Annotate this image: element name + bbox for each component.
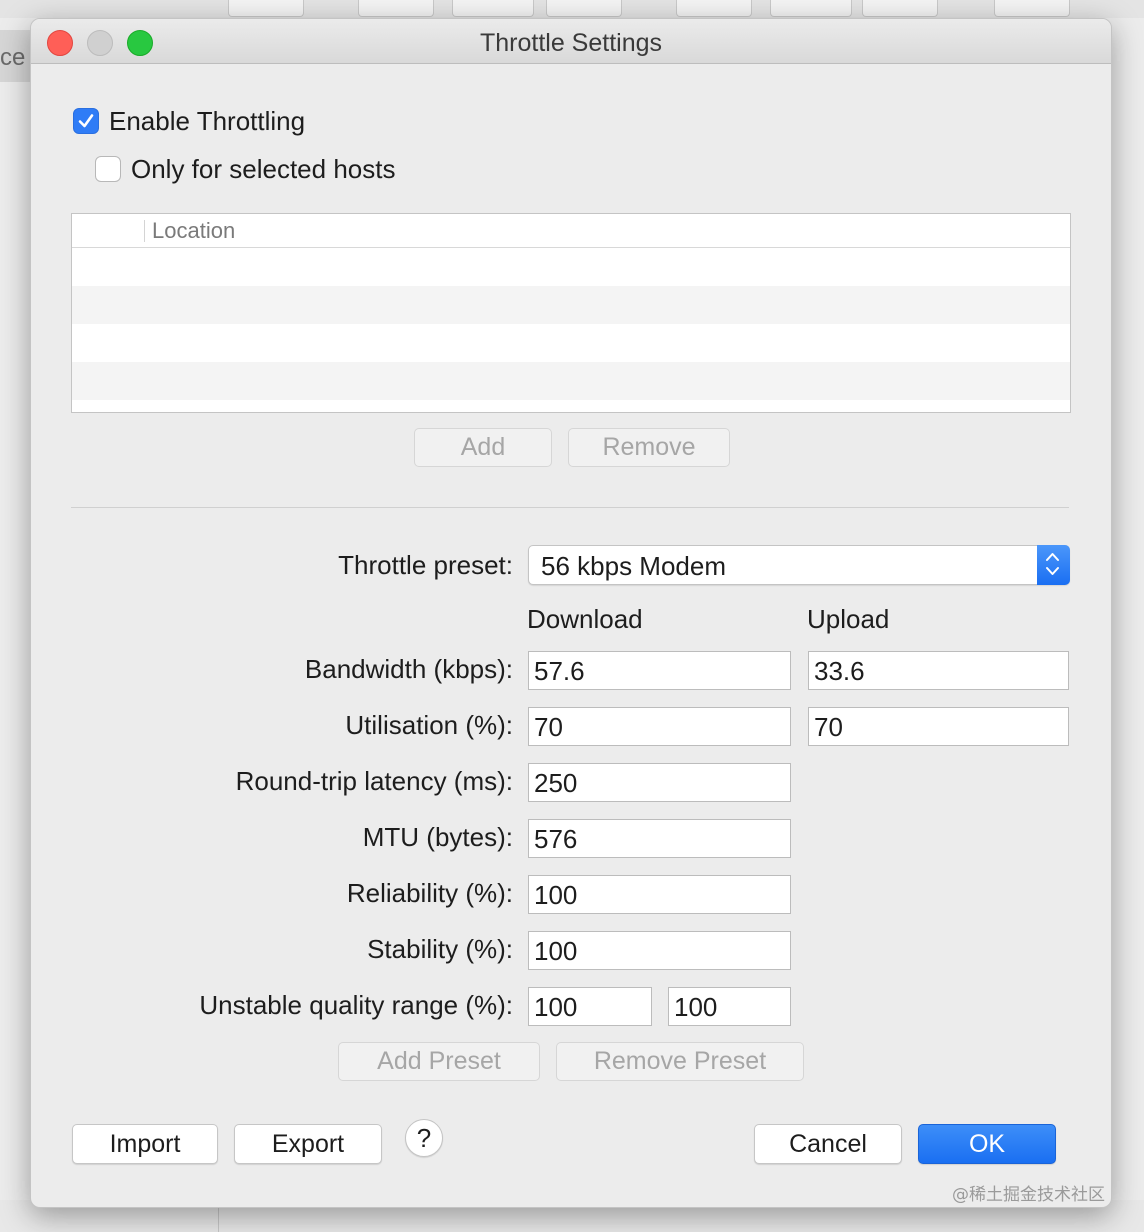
stability-field[interactable]: 100 xyxy=(528,931,791,970)
hosts-table[interactable]: Location xyxy=(71,213,1071,413)
import-button[interactable]: Import xyxy=(72,1124,218,1164)
stability-label: Stability (%): xyxy=(367,934,513,964)
ok-button[interactable]: OK xyxy=(918,1124,1056,1164)
background-toolbar-button xyxy=(546,0,622,17)
add-preset-button[interactable]: Add Preset xyxy=(338,1042,540,1081)
background-toolbar-button xyxy=(452,0,534,17)
throttle-preset-value: 56 kbps Modem xyxy=(541,551,726,581)
help-button[interactable]: ? xyxy=(405,1119,443,1157)
enable-throttling-checkbox[interactable] xyxy=(73,108,99,134)
utilisation-download-field[interactable]: 70 xyxy=(528,707,791,746)
remove-host-button[interactable]: Remove xyxy=(568,428,730,467)
table-row[interactable] xyxy=(72,362,1070,400)
utilisation-label: Utilisation (%): xyxy=(345,710,513,740)
background-toolbar-button xyxy=(358,0,434,17)
select-arrows-icon xyxy=(1037,545,1070,585)
background-toolbar-button xyxy=(228,0,304,17)
location-column-header[interactable]: Location xyxy=(152,218,235,244)
background-divider xyxy=(218,1206,219,1232)
download-column-header: Download xyxy=(527,604,643,634)
remove-preset-button[interactable]: Remove Preset xyxy=(556,1042,804,1081)
table-row[interactable] xyxy=(72,324,1070,362)
background-toolbar-button xyxy=(862,0,938,17)
unstable-quality-max-field[interactable]: 100 xyxy=(668,987,791,1026)
mtu-field[interactable]: 576 xyxy=(528,819,791,858)
title-bar: Throttle Settings xyxy=(31,19,1111,64)
watermark: @稀土掘金技术社区 xyxy=(952,1185,1105,1205)
bandwidth-upload-field[interactable]: 33.6 xyxy=(808,651,1069,690)
window-title: Throttle Settings xyxy=(479,29,663,57)
background-sidebar-text: ce xyxy=(0,44,26,71)
latency-field[interactable]: 250 xyxy=(528,763,791,802)
mtu-label: MTU (bytes): xyxy=(362,822,513,852)
unstable-quality-min-field[interactable]: 100 xyxy=(528,987,652,1026)
utilisation-upload-field[interactable]: 70 xyxy=(808,707,1069,746)
enable-throttling-label[interactable]: Enable Throttling xyxy=(109,106,305,137)
cancel-button[interactable]: Cancel xyxy=(754,1124,902,1164)
column-separator xyxy=(144,220,145,242)
throttle-preset-label: Throttle preset: xyxy=(338,550,513,580)
unstable-quality-label: Unstable quality range (%): xyxy=(199,990,513,1020)
upload-column-header: Upload xyxy=(807,604,890,634)
throttle-preset-select[interactable]: 56 kbps Modem xyxy=(528,545,1070,585)
background-toolbar-button xyxy=(770,0,852,17)
selected-hosts-label[interactable]: Only for selected hosts xyxy=(131,154,395,185)
section-divider xyxy=(71,507,1069,508)
bandwidth-label: Bandwidth (kbps): xyxy=(304,654,513,684)
bandwidth-download-field[interactable]: 57.6 xyxy=(528,651,791,690)
throttle-settings-dialog: Throttle Settings Enable Throttling Only… xyxy=(30,18,1112,1208)
checkmark-icon xyxy=(78,114,94,128)
table-header: Location xyxy=(72,214,1070,248)
latency-label: Round-trip latency (ms): xyxy=(235,766,513,796)
background-toolbar-button xyxy=(676,0,752,17)
table-row[interactable] xyxy=(72,248,1070,286)
background-toolbar xyxy=(0,0,1144,18)
reliability-label: Reliability (%): xyxy=(346,878,513,908)
background-toolbar-button xyxy=(994,0,1070,17)
selected-hosts-checkbox[interactable] xyxy=(95,156,121,182)
add-host-button[interactable]: Add xyxy=(414,428,552,467)
reliability-field[interactable]: 100 xyxy=(528,875,791,914)
table-row[interactable] xyxy=(72,286,1070,324)
export-button[interactable]: Export xyxy=(234,1124,382,1164)
